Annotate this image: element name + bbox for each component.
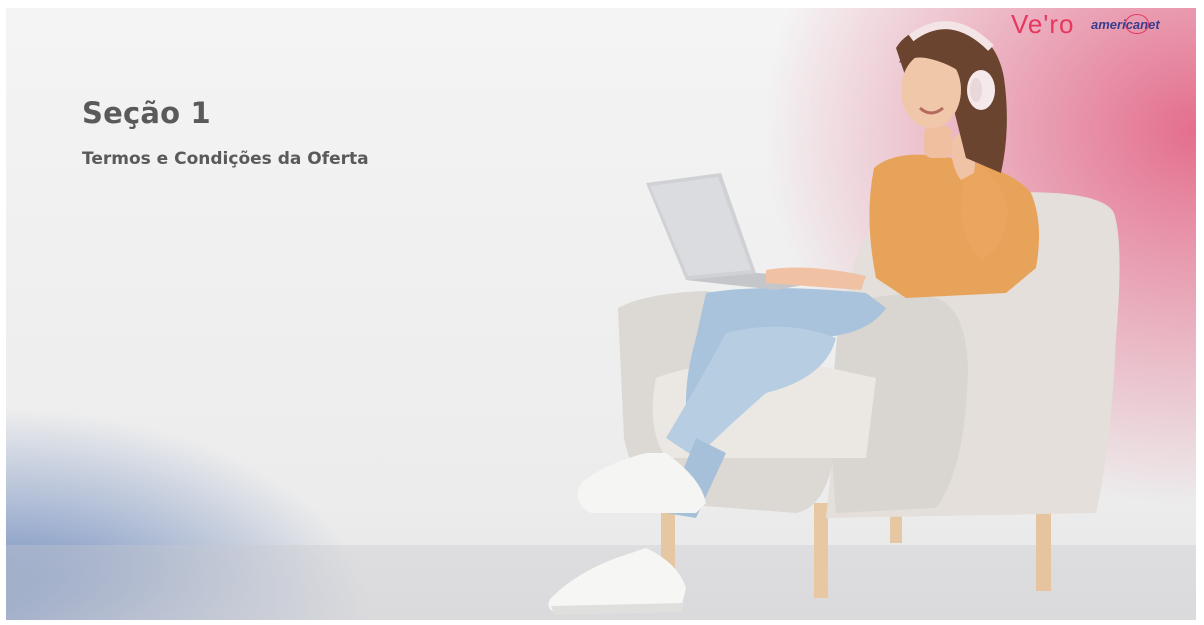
chair-leg <box>814 503 828 598</box>
neck <box>924 126 952 158</box>
americanet-logo: americanet <box>1091 14 1160 34</box>
section-title: Seção 1 <box>82 96 211 130</box>
headphones-earcup-inner <box>970 78 982 102</box>
section-subtitle: Termos e Condições da Oferta <box>82 149 369 169</box>
vero-logo: Ve'ro <box>1011 9 1075 39</box>
americanet-ring-icon <box>1125 14 1149 34</box>
slide: Seção 1 Termos e Condições da Oferta Ve'… <box>6 8 1196 620</box>
shirt <box>869 154 1040 298</box>
